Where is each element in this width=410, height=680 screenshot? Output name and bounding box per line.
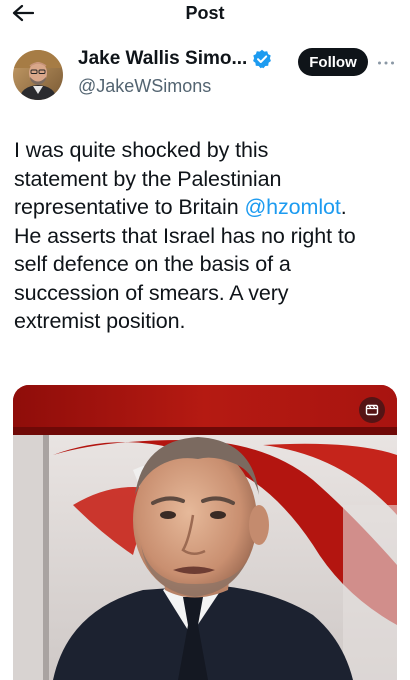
tweet-line: succession of smears. A very bbox=[14, 279, 399, 308]
tweet-line-text: . bbox=[340, 195, 347, 219]
tweet-line-text: representative to Britain bbox=[14, 195, 245, 219]
follow-button[interactable]: Follow bbox=[298, 48, 368, 76]
more-horizontal-icon bbox=[377, 53, 395, 71]
page-title: Post bbox=[185, 3, 225, 23]
tweet-line: He asserts that Israel has no right to bbox=[14, 222, 399, 251]
author-display-name: Jake Wallis Simo... bbox=[78, 48, 248, 69]
tweet-line-text: I was quite shocked by this bbox=[14, 138, 269, 162]
verified-badge-icon bbox=[252, 49, 272, 69]
author-name-line[interactable]: Jake Wallis Simo... bbox=[78, 48, 272, 70]
media-overlay-button[interactable] bbox=[359, 397, 385, 423]
more-options-button[interactable] bbox=[374, 52, 398, 72]
author-handle[interactable]: @JakeWSimons bbox=[78, 76, 211, 97]
tweet-line-text: extremist position. bbox=[14, 309, 186, 333]
tweet-line-text: He asserts that Israel has no right to bbox=[14, 223, 356, 248]
media-image bbox=[13, 385, 397, 680]
tweet-line-text: statement by the Palestinian bbox=[14, 166, 282, 191]
tweet-line: extremist position. bbox=[14, 307, 399, 336]
tweet-line: I was quite shocked by this bbox=[14, 136, 399, 165]
tweet-line: self defence on the basis of a bbox=[14, 250, 399, 279]
tweet-line: representative to Britain @hzomlot. bbox=[14, 193, 399, 222]
media-overlay-icon bbox=[365, 403, 379, 417]
tweet-media[interactable] bbox=[13, 385, 397, 680]
author-row: Jake Wallis Simo... @JakeWSimons Follow bbox=[0, 44, 410, 110]
tweet-line-text: self defence on the basis of a bbox=[14, 252, 291, 276]
tweet-line: statement by the Palestinian bbox=[14, 165, 399, 194]
tweet-text: I was quite shocked by this statement by… bbox=[14, 136, 399, 336]
top-bar: Post bbox=[0, 0, 410, 30]
post-screen: Post Jake Wallis Simo... @JakeWSimons Fo… bbox=[0, 0, 410, 680]
avatar[interactable] bbox=[13, 50, 63, 100]
mention-link[interactable]: @hzomlot bbox=[244, 195, 340, 219]
tweet-line-text: succession of smears. A very bbox=[14, 280, 289, 305]
